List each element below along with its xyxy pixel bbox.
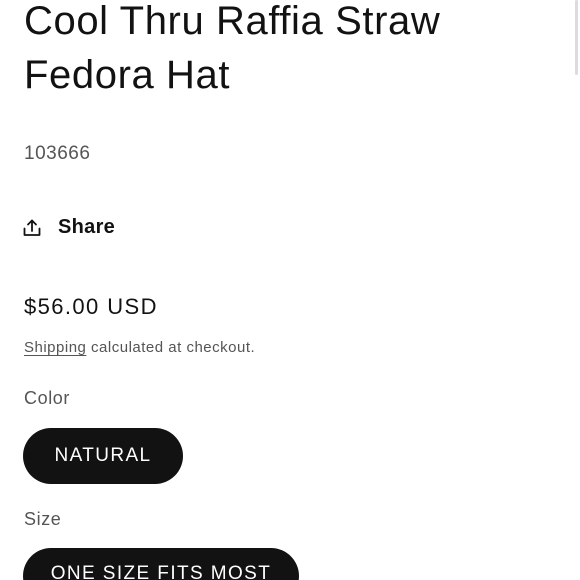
product-price: $56.00 USD xyxy=(24,294,158,319)
share-upload-icon xyxy=(22,218,42,238)
size-option-text: ONE SIZE FITS MOST xyxy=(50,563,272,580)
product-page: Cool Thru Raffia Straw Fedora Hat 103666… xyxy=(0,0,580,580)
color-swatch-natural[interactable]: NATURAL xyxy=(23,428,183,484)
page-scrollbar[interactable] xyxy=(575,0,578,75)
color-option-label: Color xyxy=(24,388,71,408)
shipping-note: Shipping calculated at checkout. xyxy=(24,339,255,356)
shipping-link[interactable]: Shipping xyxy=(24,339,86,356)
share-button[interactable]: Share xyxy=(22,216,115,239)
size-option-one-size[interactable]: ONE SIZE FITS MOST xyxy=(23,548,299,580)
product-title: Cool Thru Raffia Straw Fedora Hat xyxy=(24,0,441,97)
size-option-label: Size xyxy=(24,509,62,529)
shipping-note-text: calculated at checkout. xyxy=(86,339,256,356)
product-sku: 103666 xyxy=(24,143,91,164)
share-label: Share xyxy=(58,216,116,238)
